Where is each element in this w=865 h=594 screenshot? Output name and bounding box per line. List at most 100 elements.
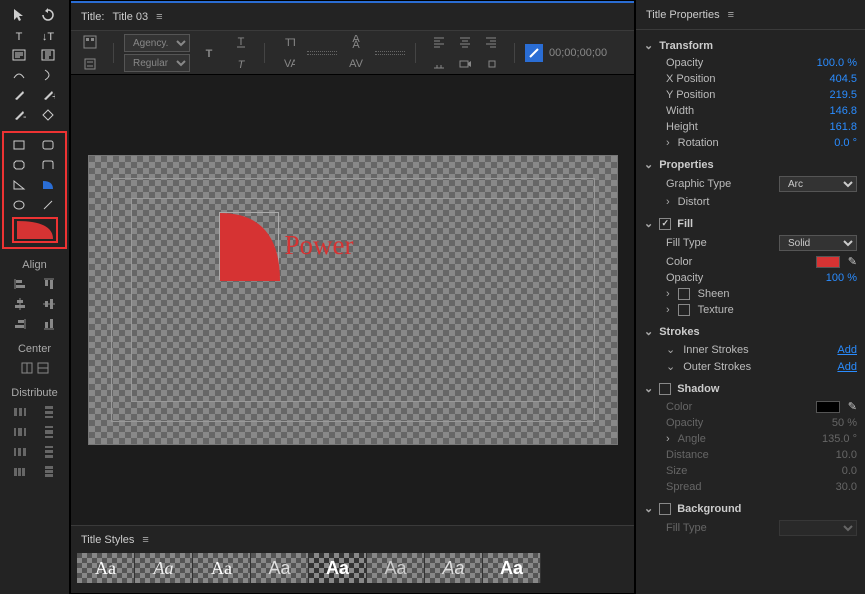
ellipse-tool[interactable] xyxy=(6,195,32,215)
twirl-right-icon[interactable]: › xyxy=(666,137,670,149)
style-swatch[interactable]: Aa xyxy=(251,553,309,583)
roll-crawl-icon[interactable] xyxy=(77,54,103,74)
style-swatch[interactable]: Aa xyxy=(309,553,367,583)
align-bottom[interactable] xyxy=(36,315,64,333)
shadow-color-swatch[interactable] xyxy=(816,401,840,413)
path-type-tool[interactable] xyxy=(6,65,32,85)
styles-menu-icon[interactable]: ≡ xyxy=(142,534,147,546)
fill-color-swatch[interactable] xyxy=(816,256,840,268)
rounded-corner-tool[interactable] xyxy=(35,155,61,175)
fill-group[interactable]: ⌄✓Fill xyxy=(636,214,865,233)
align-right[interactable] xyxy=(6,315,34,333)
sync-icon[interactable] xyxy=(478,54,504,74)
align-center-text[interactable] xyxy=(452,32,478,52)
twirl-down-icon[interactable]: ⌄ xyxy=(666,360,675,373)
type-tool[interactable]: T xyxy=(6,25,32,45)
kerning-icon[interactable]: VA xyxy=(275,54,301,74)
align-right-text[interactable] xyxy=(478,32,504,52)
properties-group[interactable]: ⌄Properties xyxy=(636,155,865,174)
arc-tool[interactable] xyxy=(35,175,61,195)
title-canvas[interactable]: Power xyxy=(88,155,618,445)
transform-group[interactable]: ⌄Transform xyxy=(636,36,865,55)
sheen-checkbox[interactable] xyxy=(678,288,690,300)
area-type-tool[interactable] xyxy=(6,45,32,65)
wedge-tool[interactable] xyxy=(6,175,32,195)
shadow-spread-value[interactable]: 30.0 xyxy=(836,481,857,493)
distribute-bottom[interactable] xyxy=(36,443,64,461)
vertical-area-type-tool[interactable] xyxy=(35,45,61,65)
rotate-tool[interactable] xyxy=(35,5,61,25)
timecode[interactable]: 00;00;00;00 xyxy=(549,47,607,59)
tab-stops-icon[interactable] xyxy=(426,54,452,74)
delete-anchor-tool[interactable]: - xyxy=(6,105,32,125)
panel-menu-icon[interactable]: ≡ xyxy=(156,11,161,23)
style-swatch[interactable]: Aa xyxy=(425,553,483,583)
fill-checkbox[interactable]: ✓ xyxy=(659,218,671,230)
fill-type-select[interactable]: Solid xyxy=(779,235,857,251)
shadow-distance-value[interactable]: 10.0 xyxy=(836,449,857,461)
line-tool[interactable] xyxy=(35,195,61,215)
shadow-checkbox[interactable] xyxy=(659,383,671,395)
opacity-value[interactable]: 100.0 % xyxy=(817,57,857,69)
bg-fill-type-select[interactable] xyxy=(779,520,857,536)
ypos-value[interactable]: 219.5 xyxy=(829,89,857,101)
leading-icon[interactable]: AA xyxy=(343,32,369,52)
font-style-select[interactable]: Regular xyxy=(124,54,190,72)
tracking-icon[interactable]: AV xyxy=(343,54,369,74)
distribute-h-even[interactable] xyxy=(6,463,34,481)
style-swatch[interactable]: Aa xyxy=(193,553,251,583)
align-top[interactable] xyxy=(36,275,64,293)
distribute-left[interactable] xyxy=(6,403,34,421)
style-swatch[interactable]: Aa xyxy=(77,553,135,583)
twirl-down-icon[interactable]: ⌄ xyxy=(666,343,675,356)
clipped-rectangle-tool[interactable] xyxy=(6,155,32,175)
font-size-icon[interactable]: TT xyxy=(275,32,301,52)
background-video-icon[interactable] xyxy=(525,44,543,62)
pen-tool[interactable] xyxy=(6,85,32,105)
underline-icon[interactable]: T xyxy=(228,32,254,52)
add-anchor-tool[interactable]: + xyxy=(35,85,61,105)
shadow-group[interactable]: ⌄Shadow xyxy=(636,379,865,398)
italic-icon[interactable]: T xyxy=(228,54,254,74)
twirl-right-icon[interactable]: › xyxy=(666,288,670,300)
style-swatch[interactable]: Aa xyxy=(135,553,193,583)
texture-checkbox[interactable] xyxy=(678,304,690,316)
strokes-group[interactable]: ⌄Strokes xyxy=(636,322,865,341)
style-swatch[interactable]: Aa xyxy=(483,553,541,583)
fill-color-chip[interactable] xyxy=(12,217,58,243)
width-value[interactable]: 146.8 xyxy=(829,105,857,117)
align-vcenter[interactable] xyxy=(36,295,64,313)
distribute-v-even[interactable] xyxy=(36,463,64,481)
fill-opacity-value[interactable]: 100 % xyxy=(826,272,857,284)
rectangle-tool[interactable] xyxy=(6,135,32,155)
vertical-path-type-tool[interactable] xyxy=(35,65,61,85)
outer-strokes-add[interactable]: Add xyxy=(837,361,857,373)
twirl-right-icon[interactable]: › xyxy=(666,196,670,208)
arc-shape[interactable] xyxy=(219,212,279,280)
shadow-angle-value[interactable]: 135.0 ° xyxy=(822,433,857,445)
distribute-hcenter[interactable] xyxy=(6,423,34,441)
eyedropper-icon[interactable]: ✎ xyxy=(848,255,857,268)
rounded-rectangle-tool[interactable] xyxy=(35,135,61,155)
center-vertical[interactable] xyxy=(20,359,34,377)
eyedropper-icon[interactable]: ✎ xyxy=(848,400,857,413)
distribute-top[interactable] xyxy=(36,403,64,421)
center-horizontal[interactable] xyxy=(36,359,50,377)
selection-tool[interactable] xyxy=(6,5,32,25)
height-value[interactable]: 161.8 xyxy=(829,121,857,133)
background-group[interactable]: ⌄Background xyxy=(636,499,865,518)
graphic-type-select[interactable]: Arc xyxy=(779,176,857,192)
inner-strokes-add[interactable]: Add xyxy=(837,344,857,356)
convert-anchor-tool[interactable] xyxy=(35,105,61,125)
background-checkbox[interactable] xyxy=(659,503,671,515)
show-video-icon[interactable] xyxy=(452,54,478,74)
distribute-vcenter[interactable] xyxy=(36,423,64,441)
align-left-text[interactable] xyxy=(426,32,452,52)
style-swatch[interactable]: Aa xyxy=(367,553,425,583)
align-hcenter[interactable] xyxy=(6,295,34,313)
twirl-right-icon[interactable]: › xyxy=(666,433,670,445)
distribute-right[interactable] xyxy=(6,443,34,461)
shadow-size-value[interactable]: 0.0 xyxy=(842,465,857,477)
title-text[interactable]: Power xyxy=(285,230,354,261)
xpos-value[interactable]: 404.5 xyxy=(829,73,857,85)
